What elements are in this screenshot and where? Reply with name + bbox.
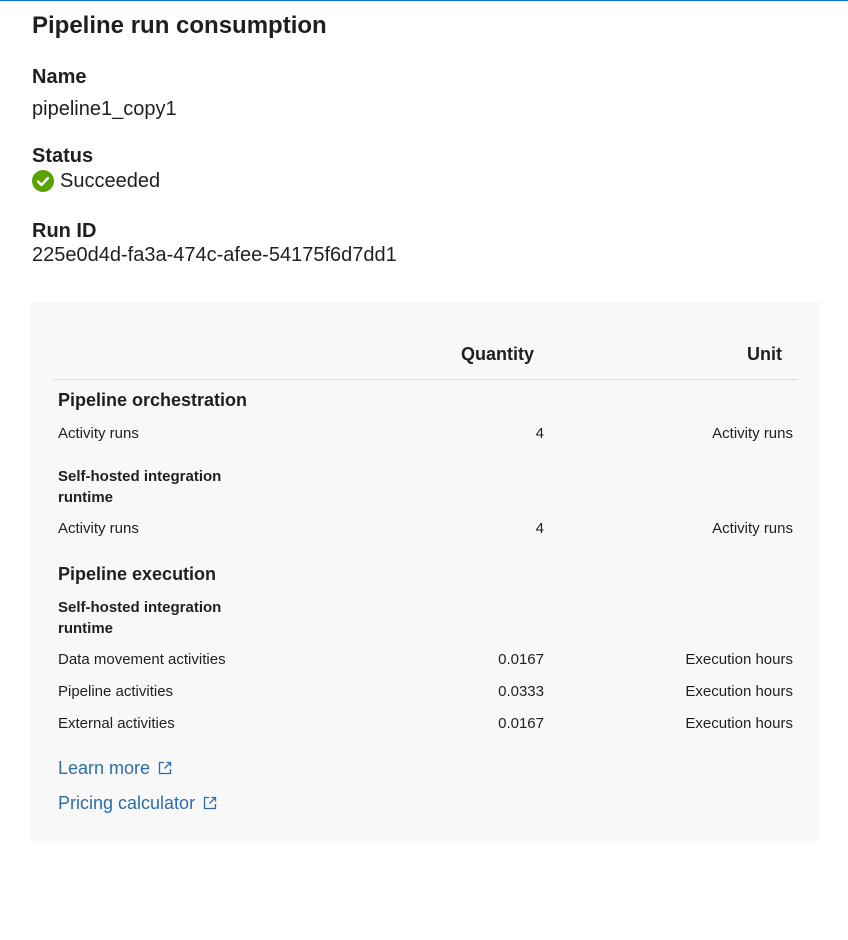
row-unit: Execution hours bbox=[685, 683, 793, 700]
top-accent-line bbox=[0, 0, 848, 1]
subsection-title-self-hosted-ir: Self-hosted integration runtime bbox=[58, 599, 222, 637]
row-unit: Execution hours bbox=[685, 651, 793, 668]
row-quantity: 4 bbox=[535, 520, 544, 537]
row-label: Data movement activities bbox=[58, 651, 226, 668]
section-title-pipeline-execution: Pipeline execution bbox=[58, 564, 217, 584]
consumption-table: Quantity Unit Pipeline orchestration Act… bbox=[31, 302, 820, 841]
header-divider bbox=[53, 379, 798, 380]
column-header-quantity: Quantity bbox=[460, 344, 534, 364]
row-unit: Activity runs bbox=[712, 425, 793, 442]
external-link-icon bbox=[203, 796, 217, 810]
row-unit: Execution hours bbox=[685, 715, 793, 732]
pricing-calculator-link[interactable]: Pricing calculator bbox=[58, 791, 218, 815]
run-id-value: 225e0d4d-fa3a-474c-afee-54175f6d7dd1 bbox=[32, 244, 397, 266]
status-label: Status bbox=[32, 145, 94, 167]
name-label: Name bbox=[32, 66, 87, 88]
name-value: pipeline1_copy1 bbox=[32, 98, 177, 120]
row-unit: Activity runs bbox=[712, 520, 793, 537]
row-quantity: 0.0167 bbox=[498, 715, 544, 732]
section-title-pipeline-orchestration: Pipeline orchestration bbox=[58, 390, 248, 410]
learn-more-label: Learn more bbox=[58, 758, 151, 778]
row-quantity: 0.0333 bbox=[498, 683, 544, 700]
table-row: External activities 0.0167 Execution hou… bbox=[31, 714, 820, 734]
table-row: Activity runs 4 Activity runs bbox=[31, 519, 820, 539]
subsection-title-self-hosted-ir: Self-hosted integration runtime bbox=[58, 468, 222, 506]
table-row: Pipeline activities 0.0333 Execution hou… bbox=[31, 682, 820, 702]
status-value: Succeeded bbox=[60, 170, 161, 192]
row-quantity: 0.0167 bbox=[498, 651, 544, 668]
row-label: Pipeline activities bbox=[58, 683, 174, 700]
panel-title: Pipeline run consumption bbox=[32, 12, 327, 39]
row-label: Activity runs bbox=[58, 425, 139, 442]
row-quantity: 4 bbox=[535, 425, 544, 442]
pricing-calculator-label: Pricing calculator bbox=[58, 793, 196, 813]
column-header-unit: Unit bbox=[747, 344, 782, 364]
row-label: Activity runs bbox=[58, 520, 139, 537]
table-row: Data movement activities 0.0167 Executio… bbox=[31, 650, 820, 670]
external-link-icon bbox=[158, 761, 172, 775]
check-circle-icon bbox=[32, 170, 54, 192]
run-id-label: Run ID bbox=[32, 220, 97, 242]
table-row: Activity runs 4 Activity runs bbox=[31, 424, 820, 444]
learn-more-link[interactable]: Learn more bbox=[58, 756, 173, 780]
status-indicator: Succeeded bbox=[32, 168, 160, 194]
row-label: External activities bbox=[58, 715, 175, 732]
